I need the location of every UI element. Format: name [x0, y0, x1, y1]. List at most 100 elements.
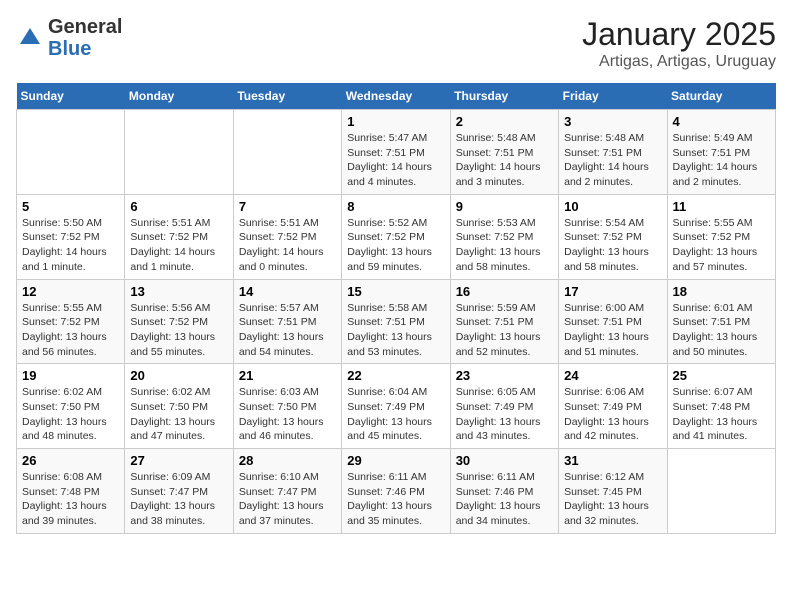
day-cell: 26 Sunrise: 6:08 AMSunset: 7:48 PMDayligh…: [17, 449, 125, 534]
day-cell: 14 Sunrise: 5:57 AMSunset: 7:51 PMDayligh…: [233, 279, 341, 364]
day-number: 31: [564, 453, 661, 468]
day-number: 10: [564, 199, 661, 214]
page-title: January 2025: [582, 16, 776, 53]
day-cell: 4Sunrise: 5:49 AMSunset: 7:51 PMDaylight…: [667, 110, 775, 195]
day-info: Sunrise: 5:57 AMSunset: 7:51 PMDaylight:…: [239, 301, 336, 360]
day-cell: 2Sunrise: 5:48 AMSunset: 7:51 PMDaylight…: [450, 110, 558, 195]
title-block: January 2025 Artigas, Artigas, Uruguay: [582, 16, 776, 71]
day-number: 3: [564, 114, 661, 129]
day-cell: 22Sunrise: 6:04 AMSunset: 7:49 PMDayligh…: [342, 364, 450, 449]
day-info: Sunrise: 5:56 AMSunset: 7:52 PMDaylight:…: [130, 301, 227, 360]
day-cell: 20Sunrise: 6:02 AMSunset: 7:50 PMDayligh…: [125, 364, 233, 449]
day-number: 22: [347, 368, 444, 383]
day-cell: 24Sunrise: 6:06 AMSunset: 7:49 PMDayligh…: [559, 364, 667, 449]
day-info: Sunrise: 5:47 AMSunset: 7:51 PMDaylight:…: [347, 131, 444, 190]
day-cell: 21 Sunrise: 6:03 AMSunset: 7:50 PMDayligh…: [233, 364, 341, 449]
day-info: Sunrise: 6:11 AMSunset: 7:46 PMDaylight:…: [347, 470, 444, 529]
day-cell: 11 Sunrise: 5:55 AMSunset: 7:52 PMDayligh…: [667, 194, 775, 279]
logo-icon: [16, 24, 44, 52]
day-info: Sunrise: 5:53 AMSunset: 7:52 PMDaylight:…: [456, 216, 553, 275]
logo-blue: Blue: [48, 38, 91, 60]
logo-general: General: [48, 16, 122, 38]
day-cell: 28 Sunrise: 6:10 AMSunset: 7:47 PMDayligh…: [233, 449, 341, 534]
header-cell-wednesday: Wednesday: [342, 83, 450, 110]
day-info: Sunrise: 6:02 AMSunset: 7:50 PMDaylight:…: [130, 385, 227, 444]
day-info: Sunrise: 6:00 AMSunset: 7:51 PMDaylight:…: [564, 301, 661, 360]
day-number: 8: [347, 199, 444, 214]
logo-text: General Blue: [48, 16, 122, 60]
day-number: 5: [22, 199, 119, 214]
day-cell: 30Sunrise: 6:11 AMSunset: 7:46 PMDayligh…: [450, 449, 558, 534]
logo: General Blue: [16, 16, 122, 60]
day-info: Sunrise: 5:54 AMSunset: 7:52 PMDaylight:…: [564, 216, 661, 275]
day-number: 18: [673, 284, 770, 299]
day-info: Sunrise: 5:55 AMSunset: 7:52 PMDaylight:…: [673, 216, 770, 275]
day-cell: 25 Sunrise: 6:07 AMSunset: 7:48 PMDayligh…: [667, 364, 775, 449]
day-number: 9: [456, 199, 553, 214]
day-number: 12: [22, 284, 119, 299]
day-cell: 12 Sunrise: 5:55 AMSunset: 7:52 PMDayligh…: [17, 279, 125, 364]
day-number: 26: [22, 453, 119, 468]
day-info: Sunrise: 6:08 AMSunset: 7:48 PMDaylight:…: [22, 470, 119, 529]
day-info: Sunrise: 6:07 AMSunset: 7:48 PMDaylight:…: [673, 385, 770, 444]
week-row-1: 1Sunrise: 5:47 AMSunset: 7:51 PMDaylight…: [17, 110, 776, 195]
header-cell-friday: Friday: [559, 83, 667, 110]
day-cell: 10 Sunrise: 5:54 AMSunset: 7:52 PMDayligh…: [559, 194, 667, 279]
header-cell-sunday: Sunday: [17, 83, 125, 110]
day-cell: 31 Sunrise: 6:12 AMSunset: 7:45 PMDayligh…: [559, 449, 667, 534]
day-cell: 13 Sunrise: 5:56 AMSunset: 7:52 PMDayligh…: [125, 279, 233, 364]
day-cell: 17 Sunrise: 6:00 AMSunset: 7:51 PMDayligh…: [559, 279, 667, 364]
page-header: General Blue January 2025 Artigas, Artig…: [16, 16, 776, 71]
day-number: 13: [130, 284, 227, 299]
day-number: 28: [239, 453, 336, 468]
day-cell: 29 Sunrise: 6:11 AMSunset: 7:46 PMDayligh…: [342, 449, 450, 534]
day-number: 24: [564, 368, 661, 383]
day-cell: 23Sunrise: 6:05 AMSunset: 7:49 PMDayligh…: [450, 364, 558, 449]
page-subtitle: Artigas, Artigas, Uruguay: [582, 53, 776, 71]
day-number: 16: [456, 284, 553, 299]
day-cell: [125, 110, 233, 195]
day-number: 6: [130, 199, 227, 214]
day-cell: [667, 449, 775, 534]
day-info: Sunrise: 6:09 AMSunset: 7:47 PMDaylight:…: [130, 470, 227, 529]
calendar-table: SundayMondayTuesdayWednesdayThursdayFrid…: [16, 83, 776, 534]
week-row-5: 26 Sunrise: 6:08 AMSunset: 7:48 PMDayligh…: [17, 449, 776, 534]
day-info: Sunrise: 5:50 AMSunset: 7:52 PMDaylight:…: [22, 216, 119, 275]
day-number: 25: [673, 368, 770, 383]
header-row: SundayMondayTuesdayWednesdayThursdayFrid…: [17, 83, 776, 110]
header-cell-thursday: Thursday: [450, 83, 558, 110]
day-number: 14: [239, 284, 336, 299]
day-number: 11: [673, 199, 770, 214]
day-cell: [233, 110, 341, 195]
header-cell-monday: Monday: [125, 83, 233, 110]
day-info: Sunrise: 5:48 AMSunset: 7:51 PMDaylight:…: [456, 131, 553, 190]
day-cell: 15Sunrise: 5:58 AMSunset: 7:51 PMDayligh…: [342, 279, 450, 364]
day-info: Sunrise: 5:55 AMSunset: 7:52 PMDaylight:…: [22, 301, 119, 360]
day-cell: 27 Sunrise: 6:09 AMSunset: 7:47 PMDayligh…: [125, 449, 233, 534]
day-cell: 16Sunrise: 5:59 AMSunset: 7:51 PMDayligh…: [450, 279, 558, 364]
week-row-4: 19Sunrise: 6:02 AMSunset: 7:50 PMDayligh…: [17, 364, 776, 449]
week-row-3: 12 Sunrise: 5:55 AMSunset: 7:52 PMDayligh…: [17, 279, 776, 364]
week-row-2: 5 Sunrise: 5:50 AMSunset: 7:52 PMDaylight…: [17, 194, 776, 279]
day-info: Sunrise: 6:12 AMSunset: 7:45 PMDaylight:…: [564, 470, 661, 529]
header-cell-saturday: Saturday: [667, 83, 775, 110]
day-number: 27: [130, 453, 227, 468]
day-number: 21: [239, 368, 336, 383]
day-number: 17: [564, 284, 661, 299]
day-cell: [17, 110, 125, 195]
day-info: Sunrise: 5:51 AMSunset: 7:52 PMDaylight:…: [239, 216, 336, 275]
day-info: Sunrise: 6:10 AMSunset: 7:47 PMDaylight:…: [239, 470, 336, 529]
day-cell: 9 Sunrise: 5:53 AMSunset: 7:52 PMDaylight…: [450, 194, 558, 279]
day-info: Sunrise: 6:11 AMSunset: 7:46 PMDaylight:…: [456, 470, 553, 529]
day-cell: 1Sunrise: 5:47 AMSunset: 7:51 PMDaylight…: [342, 110, 450, 195]
day-info: Sunrise: 6:05 AMSunset: 7:49 PMDaylight:…: [456, 385, 553, 444]
day-cell: 19Sunrise: 6:02 AMSunset: 7:50 PMDayligh…: [17, 364, 125, 449]
day-cell: 3Sunrise: 5:48 AMSunset: 7:51 PMDaylight…: [559, 110, 667, 195]
day-number: 29: [347, 453, 444, 468]
day-cell: 8Sunrise: 5:52 AMSunset: 7:52 PMDaylight…: [342, 194, 450, 279]
day-info: Sunrise: 6:03 AMSunset: 7:50 PMDaylight:…: [239, 385, 336, 444]
day-info: Sunrise: 6:01 AMSunset: 7:51 PMDaylight:…: [673, 301, 770, 360]
day-number: 7: [239, 199, 336, 214]
day-info: Sunrise: 5:49 AMSunset: 7:51 PMDaylight:…: [673, 131, 770, 190]
day-cell: 5 Sunrise: 5:50 AMSunset: 7:52 PMDaylight…: [17, 194, 125, 279]
